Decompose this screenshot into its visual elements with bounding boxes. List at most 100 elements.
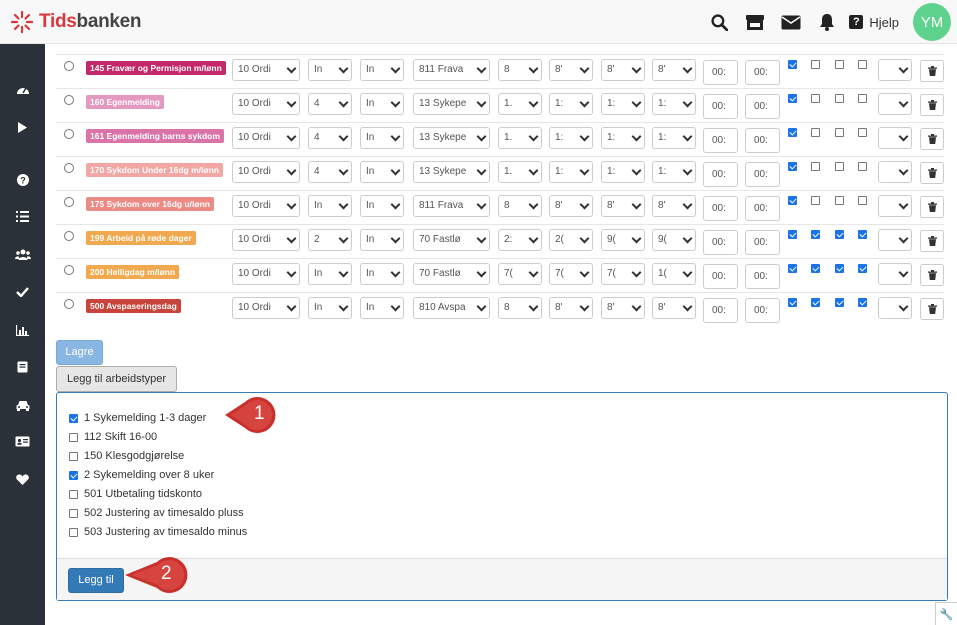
delete-button[interactable] <box>920 196 944 218</box>
option-checkbox[interactable] <box>69 432 78 442</box>
row-select[interactable]: 8' <box>601 297 645 319</box>
row-checkbox[interactable] <box>835 128 844 137</box>
row-checkbox[interactable] <box>835 60 844 69</box>
row-checkbox[interactable] <box>811 196 820 205</box>
row-checkbox[interactable] <box>788 264 797 273</box>
row-select[interactable]: 10 Ordi <box>232 195 300 217</box>
delete-button[interactable] <box>920 162 944 184</box>
store-icon[interactable] <box>737 0 773 44</box>
row-extra-select[interactable] <box>878 195 912 217</box>
row-extra-select[interactable] <box>878 127 912 149</box>
row-select[interactable]: 1. <box>498 127 542 149</box>
row-select[interactable]: 1: <box>652 93 696 115</box>
work-type-option[interactable]: 112 Skift 16-00 <box>69 429 157 445</box>
row-select[interactable]: 4 <box>308 161 352 183</box>
row-checkbox[interactable] <box>835 230 844 239</box>
time-input[interactable]: 00: <box>745 196 780 221</box>
row-select[interactable]: In <box>308 195 352 217</box>
avatar[interactable]: YM <box>913 3 951 41</box>
row-checkbox[interactable] <box>835 264 844 273</box>
delete-button[interactable] <box>920 264 944 286</box>
time-input[interactable]: 00: <box>745 298 780 323</box>
row-checkbox[interactable] <box>811 298 820 307</box>
row-checkbox[interactable] <box>858 60 867 69</box>
row-checkbox[interactable] <box>788 162 797 171</box>
row-select[interactable]: 4 <box>308 127 352 149</box>
row-radio[interactable] <box>64 163 74 173</box>
row-select[interactable]: 1: <box>652 161 696 183</box>
row-checkbox[interactable] <box>858 196 867 205</box>
row-checkbox[interactable] <box>788 94 797 103</box>
row-select[interactable]: 810 Avspa <box>413 297 490 319</box>
delete-button[interactable] <box>920 94 944 116</box>
delete-button[interactable] <box>920 128 944 150</box>
time-input[interactable]: 00: <box>745 162 780 187</box>
work-type-option[interactable]: 503 Justering av timesaldo minus <box>69 524 247 540</box>
time-input[interactable]: 00: <box>703 298 738 323</box>
row-extra-select[interactable] <box>878 229 912 251</box>
row-select[interactable]: 811 Frava <box>413 59 490 81</box>
row-checkbox[interactable] <box>835 196 844 205</box>
row-extra-select[interactable] <box>878 263 912 285</box>
delete-button[interactable] <box>920 60 944 82</box>
row-select[interactable]: 8 <box>498 297 542 319</box>
row-select[interactable]: 10 Ordi <box>232 161 300 183</box>
list-icon[interactable] <box>0 206 45 226</box>
option-checkbox[interactable] <box>69 451 78 461</box>
row-select[interactable]: 8' <box>601 195 645 217</box>
row-select[interactable]: 2 <box>308 229 352 251</box>
row-select[interactable]: 13 Sykepe <box>413 161 490 183</box>
save-button[interactable]: Lagre <box>56 340 103 365</box>
car-icon[interactable] <box>0 395 45 415</box>
row-select[interactable]: 1: <box>549 93 593 115</box>
wrench-icon[interactable]: 🔧 <box>935 602 957 625</box>
row-select[interactable]: 8 <box>498 195 542 217</box>
row-checkbox[interactable] <box>788 298 797 307</box>
row-select[interactable]: In <box>360 127 404 149</box>
row-select[interactable]: 10 Ordi <box>232 229 300 251</box>
check-icon[interactable] <box>0 282 45 302</box>
row-select[interactable]: In <box>360 297 404 319</box>
row-select[interactable]: 4 <box>308 93 352 115</box>
row-select[interactable]: 8 <box>498 59 542 81</box>
row-radio[interactable] <box>64 299 74 309</box>
row-select[interactable]: In <box>360 59 404 81</box>
row-select[interactable]: 13 Sykepe <box>413 127 490 149</box>
row-select[interactable]: 7( <box>601 263 645 285</box>
row-select[interactable]: 8' <box>652 297 696 319</box>
row-select[interactable]: In <box>308 297 352 319</box>
option-checkbox[interactable] <box>69 489 78 499</box>
delete-button[interactable] <box>920 298 944 320</box>
row-select[interactable]: 7( <box>498 263 542 285</box>
row-select[interactable]: 1: <box>601 161 645 183</box>
row-checkbox[interactable] <box>811 94 820 103</box>
row-select[interactable]: 70 Fastlø <box>413 229 490 251</box>
row-select[interactable]: 1: <box>601 127 645 149</box>
row-checkbox[interactable] <box>811 230 820 239</box>
time-input[interactable]: 00: <box>703 60 738 85</box>
work-type-option[interactable]: 501 Utbetaling tidskonto <box>69 486 202 502</box>
row-checkbox[interactable] <box>858 94 867 103</box>
time-input[interactable]: 00: <box>703 196 738 221</box>
row-select[interactable]: 10 Ordi <box>232 263 300 285</box>
row-checkbox[interactable] <box>811 264 820 273</box>
row-checkbox[interactable] <box>788 196 797 205</box>
time-input[interactable]: 00: <box>745 60 780 85</box>
row-select[interactable]: 811 Frava <box>413 195 490 217</box>
option-checkbox[interactable] <box>69 470 78 480</box>
time-input[interactable]: 00: <box>745 128 780 153</box>
option-checkbox[interactable] <box>69 413 78 423</box>
row-select[interactable]: 1: <box>549 161 593 183</box>
row-select[interactable]: In <box>360 263 404 285</box>
row-extra-select[interactable] <box>878 161 912 183</box>
row-checkbox[interactable] <box>811 128 820 137</box>
row-select[interactable]: In <box>360 195 404 217</box>
time-input[interactable]: 00: <box>745 94 780 119</box>
row-select[interactable]: 8' <box>652 195 696 217</box>
dashboard-icon[interactable] <box>0 79 45 99</box>
row-checkbox[interactable] <box>811 60 820 69</box>
help-link[interactable]: ? Hjelp <box>849 15 899 30</box>
row-select[interactable]: 10 Ordi <box>232 93 300 115</box>
row-select[interactable]: 9( <box>652 229 696 251</box>
time-input[interactable]: 00: <box>703 162 738 187</box>
